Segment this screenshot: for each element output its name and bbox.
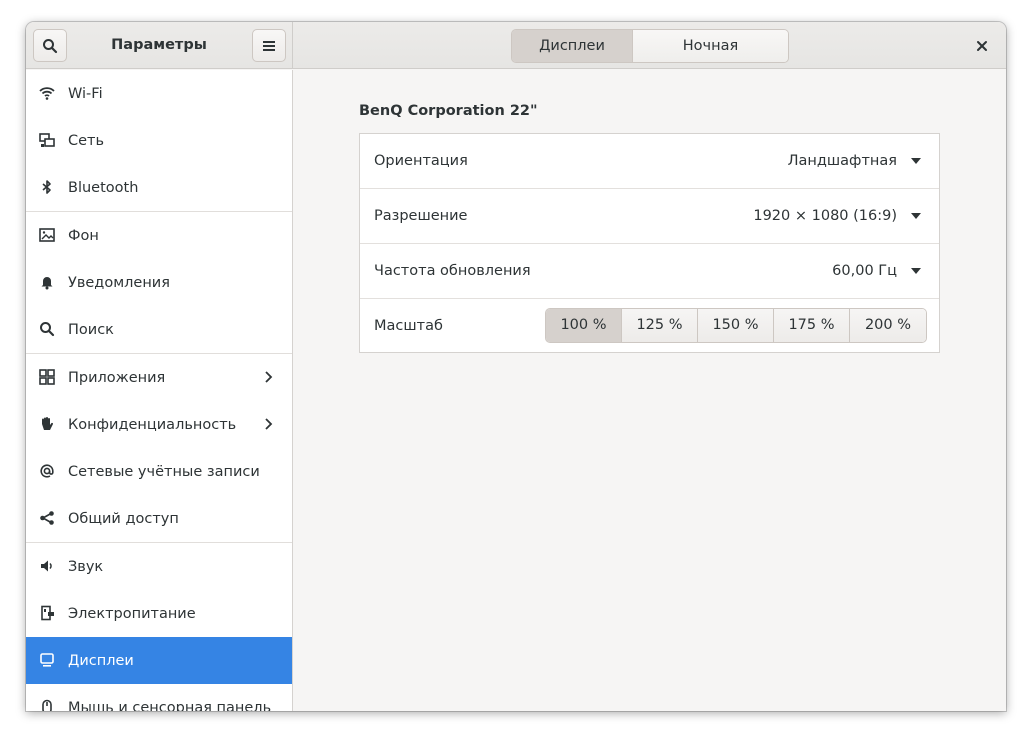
sidebar-item-sharing[interactable]: Общий доступ — [26, 495, 292, 542]
chevron-right-icon — [265, 418, 273, 430]
display-icon — [39, 652, 55, 668]
background-icon — [39, 227, 55, 243]
scale-option-175[interactable]: 175 % — [774, 309, 850, 342]
sidebar-item-label: Уведомления — [68, 274, 170, 291]
search-icon — [43, 38, 58, 53]
display-settings-list: Ориентация Ландшафтная Разрешение 1920 ×… — [359, 133, 940, 353]
sidebar-item-background[interactable]: Фон — [26, 212, 292, 259]
bell-icon — [39, 274, 55, 290]
scale-option-150[interactable]: 150 % — [698, 309, 774, 342]
sidebar-item-wifi[interactable]: Wi-Fi — [26, 70, 292, 117]
monitor-name: BenQ Corporation 22" — [359, 103, 538, 119]
search-button[interactable] — [33, 29, 67, 62]
sidebar-item-sound[interactable]: Звук — [26, 543, 292, 590]
sidebar-item-online-accounts[interactable]: Сетевые учётные записи — [26, 448, 292, 495]
resolution-row[interactable]: Разрешение 1920 × 1080 (16:9) — [360, 189, 939, 244]
sidebar-item-label: Мышь и сенсорная панель — [68, 699, 272, 712]
wifi-icon — [39, 85, 55, 101]
sidebar-item-network[interactable]: Сеть — [26, 117, 292, 164]
scale-row: Масштаб 100 % 125 % 150 % 175 % 200 % — [360, 299, 939, 354]
settings-window: Параметры Дисплеи Ночная подсветка — [26, 22, 1006, 711]
resolution-label: Разрешение — [374, 208, 468, 224]
sidebar-item-displays[interactable]: Дисплеи — [26, 637, 292, 684]
resolution-value[interactable]: 1920 × 1080 (16:9) — [753, 189, 897, 244]
sidebar-item-label: Общий доступ — [68, 510, 179, 527]
refresh-rate-label: Частота обновления — [374, 263, 531, 279]
sidebar: Wi-Fi Сеть Bluetooth Фон Уведомления Пои… — [26, 70, 293, 711]
sidebar-item-label: Сеть — [68, 132, 105, 149]
search-icon — [39, 321, 55, 337]
orientation-row[interactable]: Ориентация Ландшафтная — [360, 134, 939, 189]
at-icon — [39, 463, 55, 479]
tab-displays[interactable]: Дисплеи — [512, 30, 633, 62]
sidebar-item-label: Электропитание — [68, 605, 196, 622]
sidebar-item-mouse-touchpad[interactable]: Мышь и сенсорная панель — [26, 684, 292, 711]
orientation-label: Ориентация — [374, 153, 468, 169]
sidebar-item-power[interactable]: Электропитание — [26, 590, 292, 637]
scale-option-100[interactable]: 100 % — [546, 309, 622, 342]
header-bar: Параметры Дисплеи Ночная подсветка — [26, 22, 1006, 69]
sidebar-item-label: Конфиденциальность — [68, 416, 237, 433]
hand-icon — [39, 416, 55, 432]
tab-night-light[interactable]: Ночная подсветка — [633, 30, 788, 62]
apps-icon — [39, 369, 55, 385]
dropdown-arrow-icon[interactable] — [911, 158, 921, 164]
view-switcher: Дисплеи Ночная подсветка — [511, 29, 789, 63]
sidebar-item-label: Фон — [68, 227, 99, 244]
sidebar-item-label: Звук — [68, 558, 104, 575]
sidebar-item-privacy[interactable]: Конфиденциальность — [26, 401, 292, 448]
scale-selector: 100 % 125 % 150 % 175 % 200 % — [545, 308, 927, 343]
close-icon — [977, 41, 987, 51]
orientation-value[interactable]: Ландшафтная — [788, 134, 897, 189]
bluetooth-icon — [39, 179, 55, 195]
sidebar-item-label: Поиск — [68, 321, 114, 338]
refresh-rate-row[interactable]: Частота обновления 60,00 Гц — [360, 244, 939, 299]
scale-option-200[interactable]: 200 % — [850, 309, 926, 342]
sidebar-header: Параметры — [26, 22, 293, 69]
refresh-rate-value[interactable]: 60,00 Гц — [832, 244, 897, 299]
dropdown-arrow-icon[interactable] — [911, 213, 921, 219]
sidebar-item-search[interactable]: Поиск — [26, 306, 292, 353]
mouse-icon — [39, 699, 55, 711]
close-button[interactable] — [970, 34, 994, 58]
app-title: Параметры — [111, 37, 207, 53]
network-icon — [39, 132, 55, 148]
sidebar-item-applications[interactable]: Приложения — [26, 354, 292, 401]
sidebar-item-label: Дисплеи — [68, 652, 134, 669]
sidebar-item-label: Сетевые учётные записи — [68, 463, 260, 480]
sidebar-item-label: Bluetooth — [68, 179, 139, 196]
power-icon — [39, 605, 55, 621]
dropdown-arrow-icon[interactable] — [911, 268, 921, 274]
displays-panel: BenQ Corporation 22" Ориентация Ландшафт… — [294, 70, 1006, 711]
sidebar-item-label: Приложения — [68, 369, 166, 386]
share-icon — [39, 510, 55, 526]
chevron-right-icon — [265, 371, 273, 383]
sidebar-item-label: Wi-Fi — [68, 85, 103, 102]
sidebar-item-bluetooth[interactable]: Bluetooth — [26, 164, 292, 211]
hamburger-menu-icon — [263, 40, 275, 51]
scale-label: Масштаб — [374, 318, 443, 334]
menu-button[interactable] — [252, 29, 286, 62]
scale-option-125[interactable]: 125 % — [622, 309, 698, 342]
sidebar-item-notifications[interactable]: Уведомления — [26, 259, 292, 306]
speaker-icon — [39, 558, 55, 574]
